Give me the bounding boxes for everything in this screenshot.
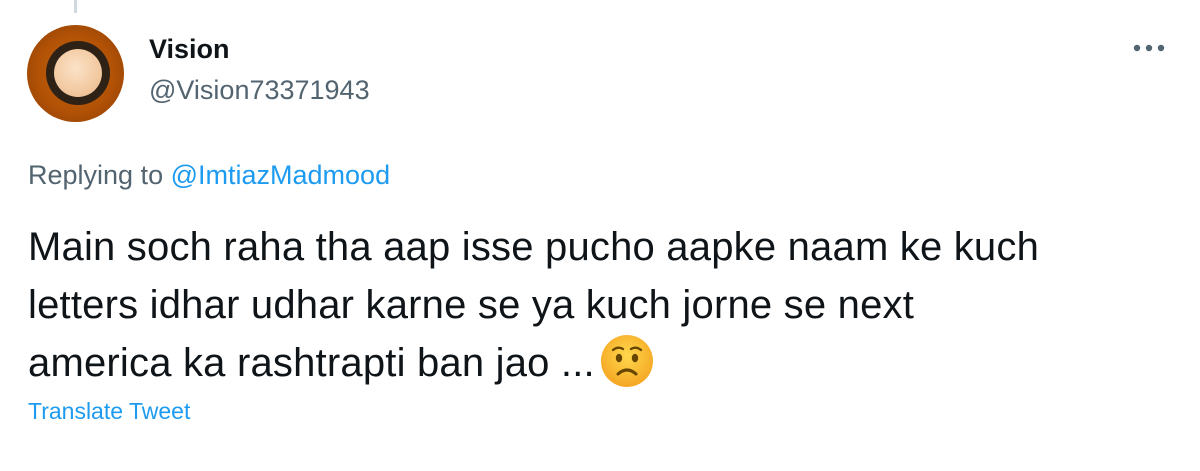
user-display-name[interactable]: Vision — [149, 34, 230, 65]
tweet-text-line: Main soch raha tha aap isse pucho aapke … — [28, 225, 1040, 269]
replying-to: Replying to @ImtiazMadmood — [28, 160, 390, 191]
more-options-button[interactable] — [1126, 32, 1172, 64]
tweet-card: Vision @Vision73371943 Replying to @Imti… — [0, 0, 1200, 471]
tweet-text-line-content: america ka rashtrapti ban jao ... — [28, 341, 595, 385]
tweet-text-line-last: america ka rashtrapti ban jao ... — [28, 334, 1188, 393]
thread-connector-line — [74, 0, 77, 13]
reply-mention-link[interactable]: @ImtiazMadmood — [171, 160, 390, 190]
user-handle[interactable]: @Vision73371943 — [149, 75, 370, 106]
tweet-text-line: letters idhar udhar karne se ya kuch jor… — [28, 283, 915, 327]
tweet-text: Main soch raha tha aap isse pucho aapke … — [28, 218, 1188, 393]
avatar[interactable] — [27, 25, 124, 122]
translate-tweet-link[interactable]: Translate Tweet — [28, 398, 190, 425]
avatar-face — [54, 49, 102, 97]
replying-to-label: Replying to — [28, 160, 164, 190]
worried-face-icon — [600, 335, 653, 388]
more-dots-icon — [1133, 44, 1165, 52]
